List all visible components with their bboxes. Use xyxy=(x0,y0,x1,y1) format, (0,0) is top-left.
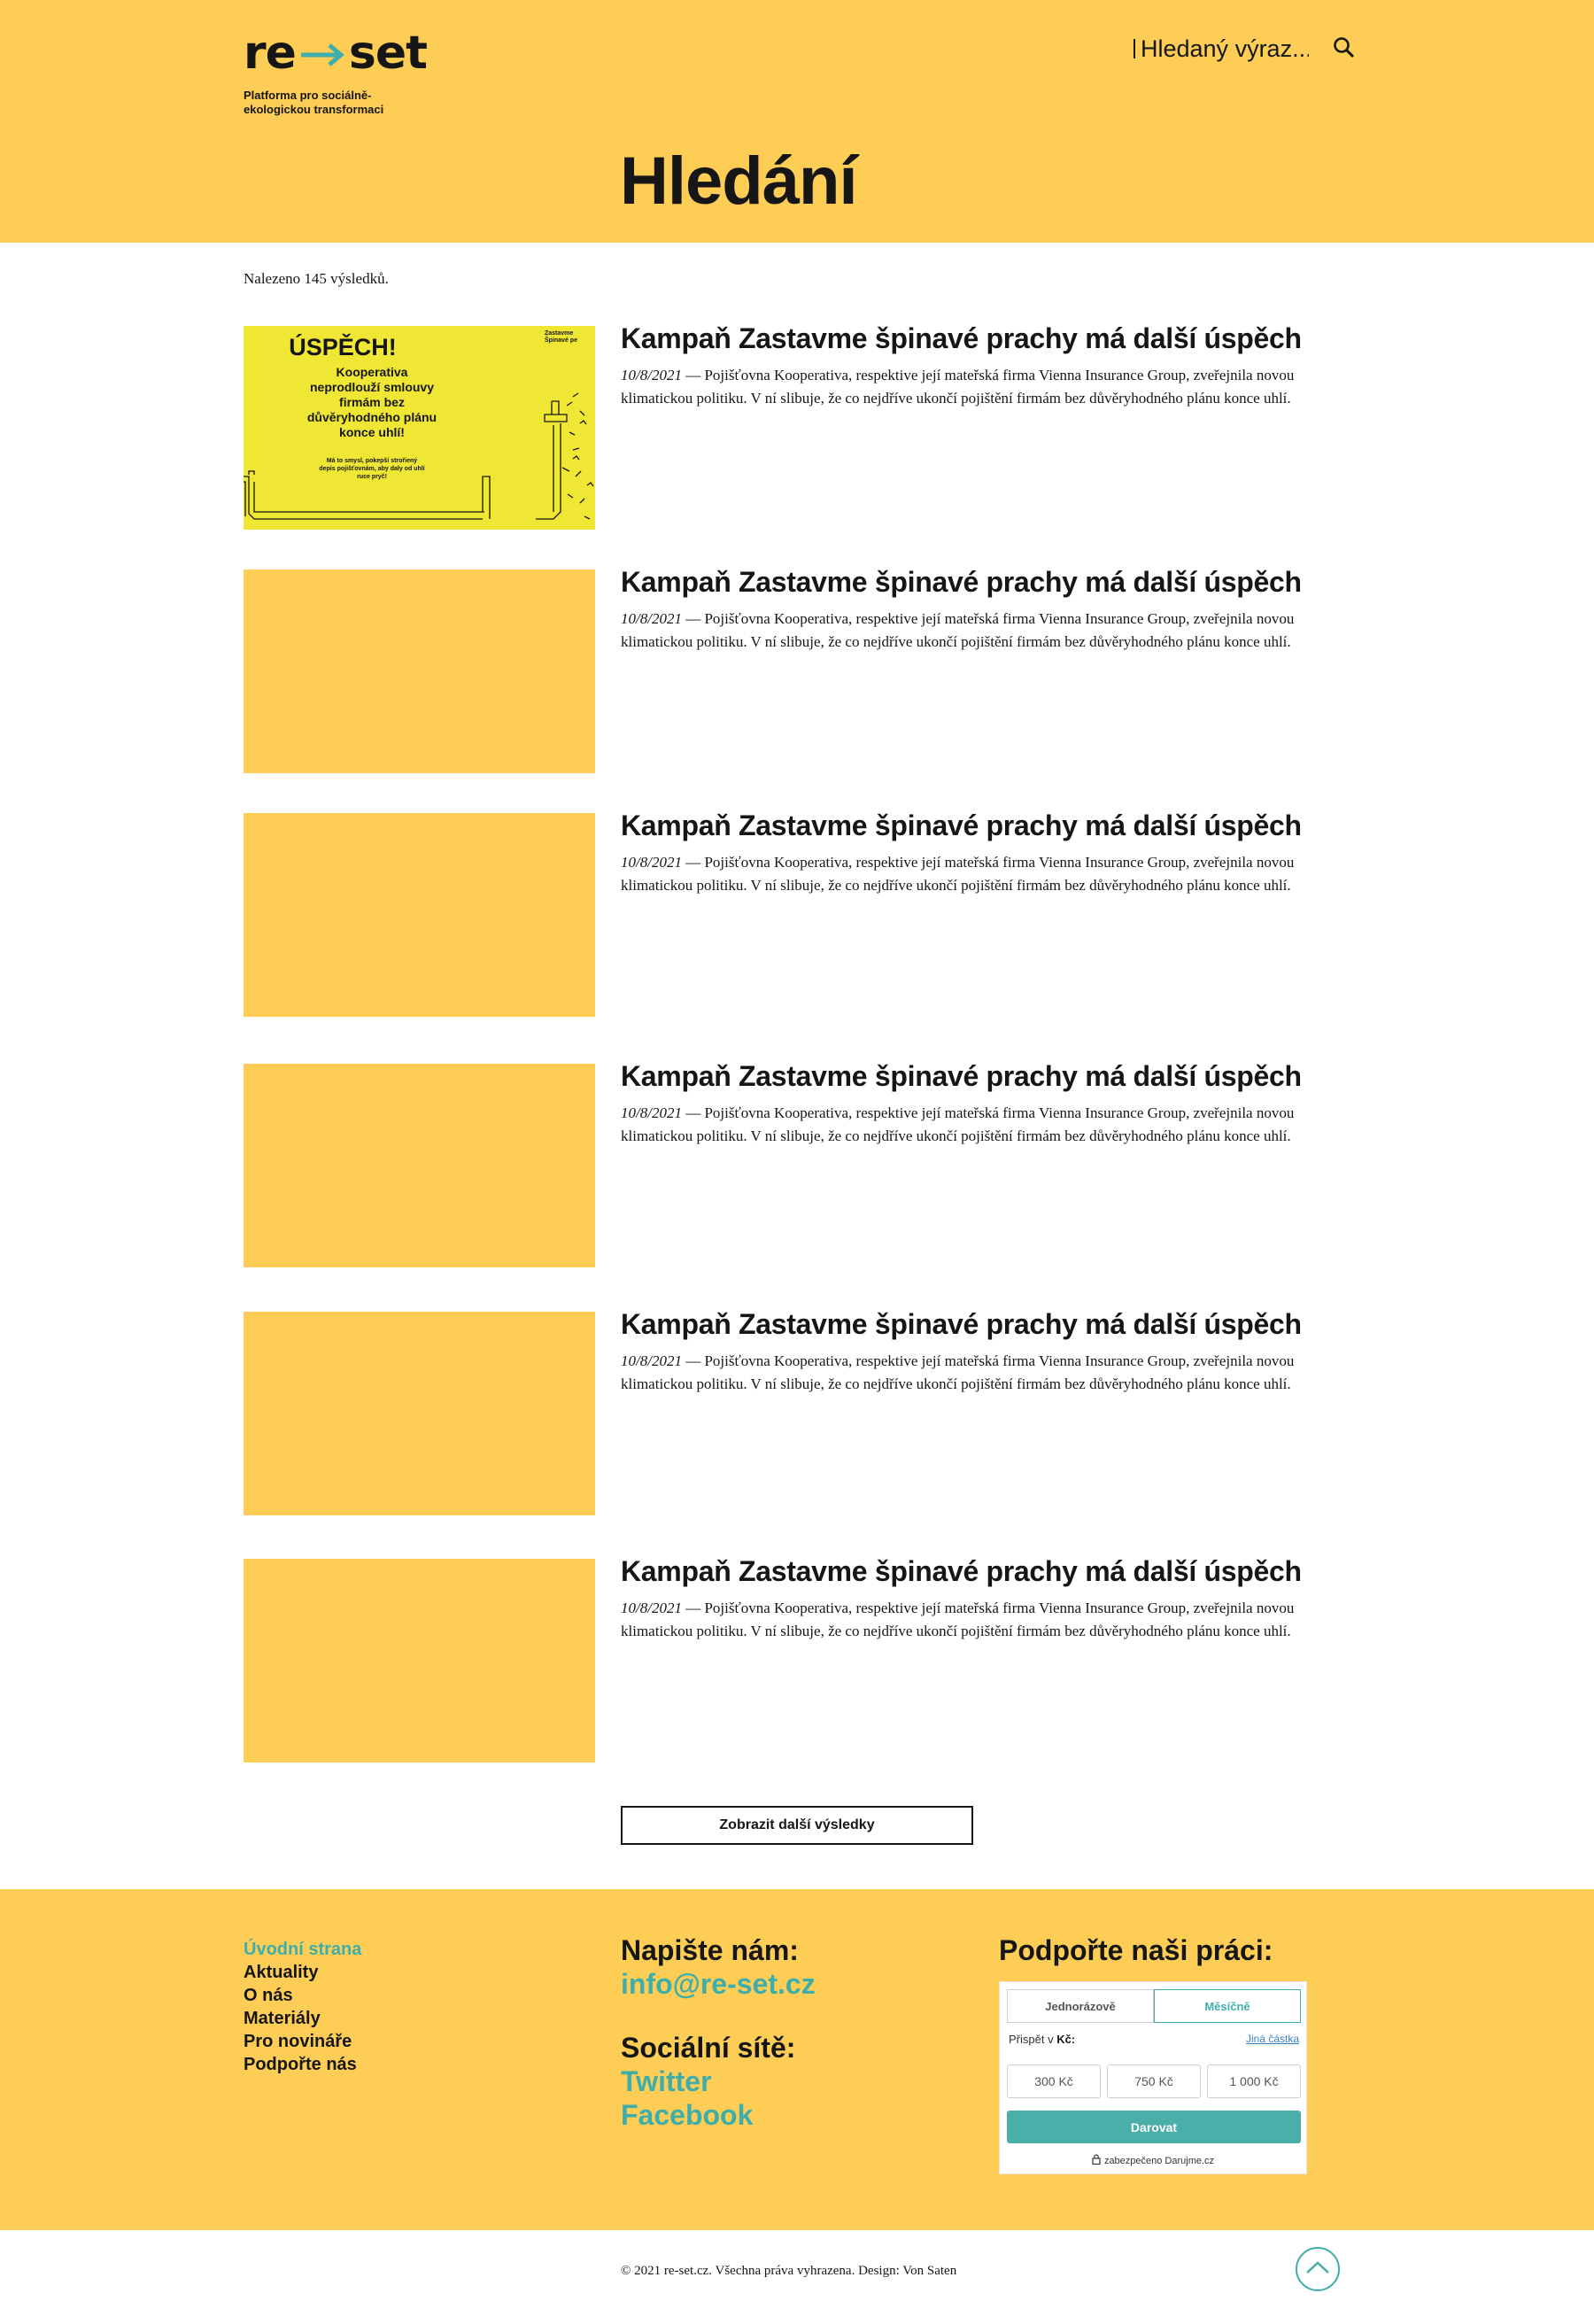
thumbnail-heading: ÚSPĚCH! xyxy=(289,333,397,360)
result-item[interactable]: Kampaň Zastavme špinavé prachy má další … xyxy=(244,1060,1351,1267)
email-link[interactable]: info@re-set.cz xyxy=(621,1967,975,2001)
result-item[interactable]: Kampaň Zastavme špinavé prachy má další … xyxy=(244,1555,1351,1762)
footer-nav-materials[interactable]: Materiály xyxy=(244,2007,509,2030)
result-date: 10/8/2021 xyxy=(621,1352,682,1369)
footer-nav-home[interactable]: Úvodní strana xyxy=(244,1938,509,1961)
result-thumbnail[interactable]: ÚSPĚCH! Kooperativa neprodlouží smlouvy … xyxy=(244,326,595,530)
logo-text-left: re xyxy=(244,27,297,80)
result-excerpt-text: — Pojišťovna Kooperativa, respektive jej… xyxy=(621,367,1295,407)
logo-wordmark: re set xyxy=(244,30,483,76)
footer-nav-support[interactable]: Podpořte nás xyxy=(244,2053,509,2076)
result-title[interactable]: Kampaň Zastavme špinavé prachy má další … xyxy=(621,1305,1356,1344)
donation-widget: Jednorázově Měsíčně Přispět v Kč: Jiná č… xyxy=(999,1981,1307,2174)
result-excerpt-text: — Pojišťovna Kooperativa, respektive jej… xyxy=(621,854,1295,894)
result-thumbnail[interactable] xyxy=(244,813,595,1017)
donation-label-text: Přispět v xyxy=(1009,2033,1057,2046)
amount-option[interactable]: 1 000 Kč xyxy=(1207,2064,1301,2098)
amount-option[interactable]: 750 Kč xyxy=(1107,2064,1201,2098)
result-excerpt: 10/8/2021 — Pojišťovna Kooperativa, resp… xyxy=(621,608,1351,654)
result-thumbnail[interactable] xyxy=(244,1312,595,1515)
facebook-link[interactable]: Facebook xyxy=(621,2098,975,2132)
lock-icon xyxy=(1092,2154,1101,2167)
result-excerpt-text: — Pojišťovna Kooperativa, respektive jej… xyxy=(621,610,1295,650)
footer-nav: Úvodní strana Aktuality O nás Materiály … xyxy=(244,1938,509,2076)
secure-text: zabezpečeno Darujme.cz xyxy=(1103,2155,1215,2166)
result-title[interactable]: Kampaň Zastavme špinavé prachy má další … xyxy=(621,562,1356,601)
result-excerpt: 10/8/2021 — Pojišťovna Kooperativa, resp… xyxy=(621,1597,1351,1643)
result-date: 10/8/2021 xyxy=(621,367,682,383)
result-date: 10/8/2021 xyxy=(621,1104,682,1121)
result-item[interactable]: Kampaň Zastavme špinavé prachy má další … xyxy=(244,1308,1351,1515)
donation-frequency-tabs: Jednorázově Měsíčně xyxy=(1007,1989,1301,2023)
result-title[interactable]: Kampaň Zastavme špinavé prachy má další … xyxy=(621,319,1356,358)
result-title[interactable]: Kampaň Zastavme špinavé prachy má další … xyxy=(621,806,1356,845)
result-count: Nalezeno 145 výsledků. xyxy=(244,270,389,287)
result-item[interactable]: Kampaň Zastavme špinavé prachy má další … xyxy=(244,566,1351,773)
search-caret xyxy=(1134,39,1135,58)
donation-currency-label: Přispět v Kč: xyxy=(1009,2033,1075,2046)
result-excerpt: 10/8/2021 — Pojišťovna Kooperativa, resp… xyxy=(621,1102,1351,1148)
donation-currency: Kč: xyxy=(1056,2033,1076,2046)
logo-text-right: set xyxy=(348,27,428,80)
result-item[interactable]: ÚSPĚCH! Kooperativa neprodlouží smlouvy … xyxy=(244,322,1351,530)
search-bar xyxy=(1134,32,1355,66)
donate-button[interactable]: Darovat xyxy=(1007,2111,1301,2143)
result-thumbnail[interactable] xyxy=(244,569,595,773)
chevron-up-icon xyxy=(1304,2259,1331,2280)
site-footer: Úvodní strana Aktuality O nás Materiály … xyxy=(0,1889,1594,2230)
footer-nav-press[interactable]: Pro novináře xyxy=(244,2030,509,2053)
footer-contact: Napište nám: info@re-set.cz Sociální sít… xyxy=(621,1933,975,2132)
result-date: 10/8/2021 xyxy=(621,610,682,627)
result-excerpt: 10/8/2021 — Pojišťovna Kooperativa, resp… xyxy=(621,1350,1351,1396)
search-icon[interactable] xyxy=(1328,32,1360,64)
result-excerpt: 10/8/2021 — Pojišťovna Kooperativa, resp… xyxy=(621,364,1351,410)
secure-note: zabezpečeno Darujme.cz xyxy=(1000,2154,1306,2167)
result-thumbnail[interactable] xyxy=(244,1064,595,1267)
thumbnail-brand: Zastavme Špinavé pe xyxy=(545,330,577,344)
donation-amounts: 300 Kč 750 Kč 1 000 Kč xyxy=(1007,2064,1301,2098)
thumbnail-body: Kooperativa neprodlouží smlouvy firmám b… xyxy=(306,365,437,439)
load-more-button[interactable]: Zobrazit další výsledky xyxy=(621,1806,973,1845)
result-date: 10/8/2021 xyxy=(621,854,682,871)
result-excerpt-text: — Pojišťovna Kooperativa, respektive jej… xyxy=(621,1600,1295,1639)
footer-support: Podpořte naši práci: Jednorázově Měsíčně… xyxy=(999,1933,1353,2174)
copyright: © 2021 re-set.cz. Všechna práva vyhrazen… xyxy=(621,2264,957,2278)
social-heading: Sociální sítě: xyxy=(621,2032,796,2064)
logo[interactable]: re set Platforma pro sociálně-ekologicko… xyxy=(244,30,483,117)
footer-nav-about[interactable]: O nás xyxy=(244,1984,509,2007)
site-header: re set Platforma pro sociálně-ekologicko… xyxy=(0,0,1594,243)
logo-tagline: Platforma pro sociálně-ekologickou trans… xyxy=(244,89,384,116)
footer-nav-news[interactable]: Aktuality xyxy=(244,1961,509,1984)
result-item[interactable]: Kampaň Zastavme špinavé prachy má další … xyxy=(244,810,1351,1017)
other-amount-link[interactable]: Jiná částka xyxy=(1246,2033,1299,2045)
thumbnail-small-text: Má to smysl, pokepší strořiený depis poj… xyxy=(319,458,425,480)
support-heading: Podpořte naši práci: xyxy=(999,1934,1273,1966)
arrow-logo-icon xyxy=(299,30,345,76)
result-excerpt-text: — Pojišťovna Kooperativa, respektive jej… xyxy=(621,1104,1295,1144)
tab-monthly[interactable]: Měsíčně xyxy=(1154,1989,1301,2023)
search-input[interactable] xyxy=(1141,35,1309,63)
result-title[interactable]: Kampaň Zastavme špinavé prachy má další … xyxy=(621,1552,1356,1591)
contact-heading: Napište nám: xyxy=(621,1934,799,1966)
result-excerpt-text: — Pojišťovna Kooperativa, respektive jej… xyxy=(621,1352,1295,1392)
tab-one-time[interactable]: Jednorázově xyxy=(1007,1989,1154,2023)
back-to-top-button[interactable] xyxy=(1296,2247,1340,2291)
page-title: Hledání xyxy=(620,143,858,219)
result-date: 10/8/2021 xyxy=(621,1600,682,1616)
amount-option[interactable]: 300 Kč xyxy=(1007,2064,1101,2098)
result-excerpt: 10/8/2021 — Pojišťovna Kooperativa, resp… xyxy=(621,851,1351,897)
result-thumbnail[interactable] xyxy=(244,1559,595,1762)
twitter-link[interactable]: Twitter xyxy=(621,2064,975,2098)
result-title[interactable]: Kampaň Zastavme špinavé prachy má další … xyxy=(621,1057,1356,1096)
